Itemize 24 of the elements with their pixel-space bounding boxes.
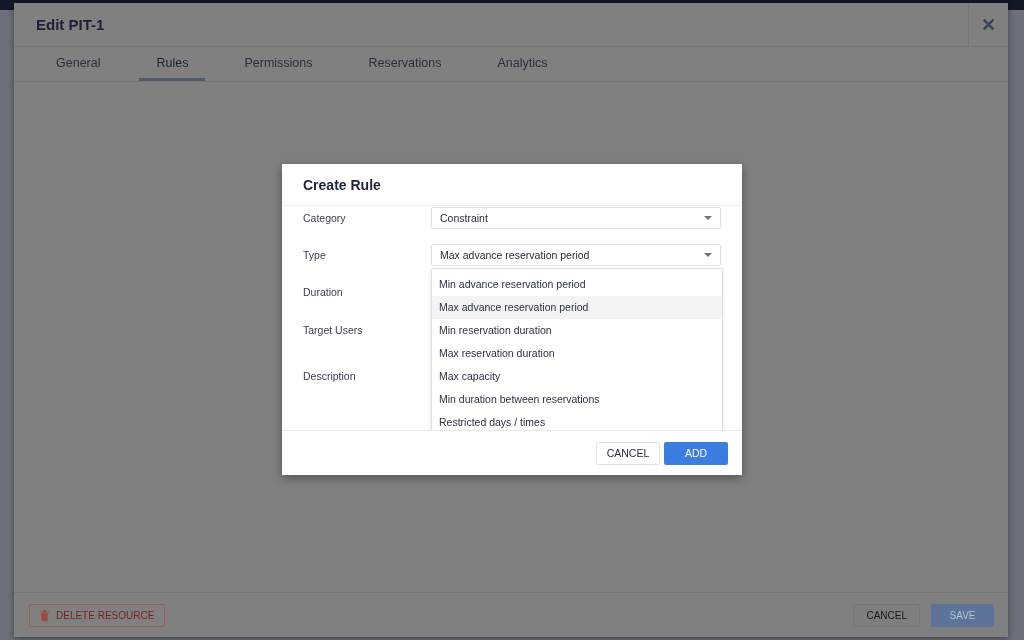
field-label: Category (303, 211, 347, 224)
field-label: Type (303, 248, 327, 261)
select-field[interactable]: Constraint (431, 207, 721, 229)
cancel-button[interactable]: CANCEL (596, 441, 660, 465)
field-label: Description (303, 369, 357, 382)
add-button[interactable]: ADD (664, 441, 728, 465)
menu-option[interactable]: Min duration between reservations (432, 388, 722, 411)
menu-option[interactable]: Min reservation duration (432, 319, 722, 342)
field-label: Duration (303, 285, 344, 298)
menu-option[interactable]: Max capacity (432, 365, 722, 388)
menu-option[interactable]: Max reservation duration (432, 342, 722, 365)
tab[interactable]: Analytics (480, 47, 565, 81)
trash-icon (40, 609, 49, 621)
menu-option[interactable]: Min advance reservation period (432, 273, 722, 296)
select-field[interactable]: Max advance reservation period (431, 244, 721, 266)
tab[interactable]: Rules (139, 47, 206, 81)
dropdown-caret-icon (704, 253, 712, 257)
dialog-title: Edit PIT-1 (35, 16, 106, 33)
cancel-button[interactable]: CANCEL (853, 603, 920, 627)
menu-option[interactable]: Restricted days / times (432, 411, 722, 430)
field-label: Target Users (303, 323, 364, 336)
dialog-title: Create Rule (303, 176, 381, 193)
dropdown-caret-icon (704, 216, 712, 220)
menu-option[interactable]: Max advance reservation period (432, 296, 722, 319)
